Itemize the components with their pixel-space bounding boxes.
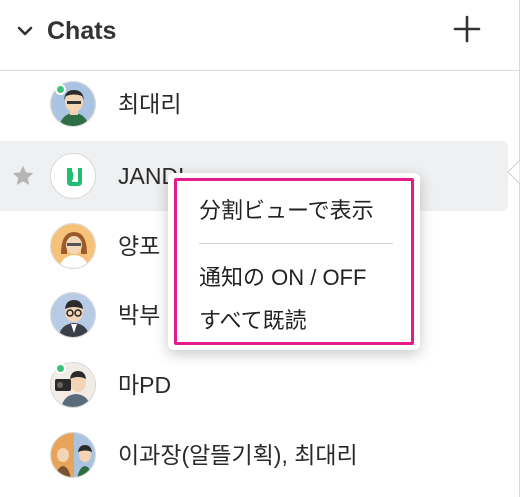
online-indicator bbox=[55, 363, 66, 374]
selection-pointer bbox=[507, 160, 520, 184]
plus-icon[interactable] bbox=[450, 12, 484, 46]
menu-item-mark-all-read[interactable]: すべて既読 bbox=[199, 306, 307, 336]
chat-name: 박부 bbox=[118, 302, 161, 328]
jandi-logo bbox=[50, 153, 96, 199]
chat-list-item[interactable]: 마PD bbox=[0, 350, 519, 420]
menu-highlight-box: 分割ビューで表示 通知の ON / OFF すべて既読 bbox=[174, 178, 414, 345]
chat-list-item[interactable]: 최대리 bbox=[0, 69, 519, 139]
chat-name: 이과장(알뜰기획), 최대리 bbox=[118, 442, 358, 468]
menu-divider bbox=[199, 243, 393, 244]
menu-item-notification-toggle[interactable]: 通知の ON / OFF bbox=[199, 263, 366, 293]
avatar bbox=[50, 432, 96, 478]
chat-name: 최대리 bbox=[118, 91, 182, 117]
section-title[interactable]: Chats bbox=[47, 15, 116, 47]
chat-list-item[interactable]: 이과장(알뜰기획), 최대리 bbox=[0, 420, 519, 490]
online-indicator bbox=[55, 84, 66, 95]
chevron-down-icon[interactable] bbox=[15, 21, 35, 41]
avatar bbox=[50, 223, 96, 269]
star-icon[interactable] bbox=[10, 163, 36, 189]
chat-list-panel: Chats 최대리 JANDI 양포 박부 마PD 이과장(알뜰기획), 최대리… bbox=[0, 0, 520, 497]
avatar bbox=[50, 292, 96, 338]
context-menu: 分割ビューで表示 通知の ON / OFF すべて既読 bbox=[168, 173, 420, 350]
chat-name: 양포 bbox=[118, 233, 161, 259]
menu-item-split-view[interactable]: 分割ビューで表示 bbox=[199, 196, 374, 226]
chat-name: 마PD bbox=[118, 372, 172, 398]
chats-header: Chats bbox=[0, 0, 519, 70]
